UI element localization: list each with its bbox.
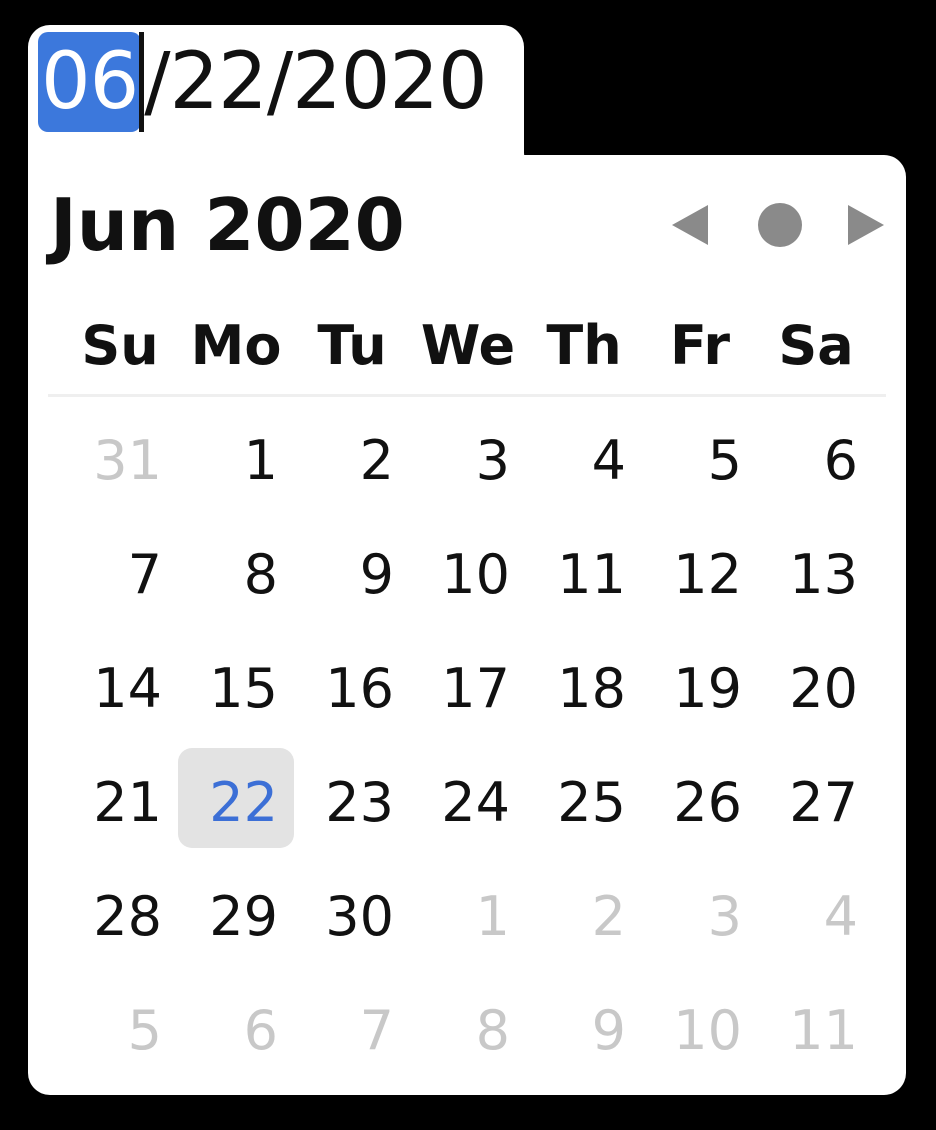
circle-icon[interactable] (758, 203, 802, 247)
day-cell-outside-month[interactable]: 10 (642, 974, 758, 1088)
day-cell[interactable]: 28 (62, 860, 178, 974)
triangle-right-icon[interactable] (846, 202, 886, 248)
weekday-label: We (420, 314, 516, 377)
day-cell[interactable]: 12 (642, 518, 758, 632)
day-cell[interactable]: 9 (294, 518, 410, 632)
day-cell[interactable]: 2 (294, 404, 410, 518)
day-cell[interactable]: 11 (526, 518, 642, 632)
day-cell[interactable]: 23 (294, 746, 410, 860)
day-cell-outside-month[interactable]: 31 (62, 404, 178, 518)
calendar-navigation (670, 202, 886, 248)
weekday-header-row: Su Mo Tu We Th Fr Sa (62, 306, 874, 386)
day-cell-outside-month[interactable]: 8 (410, 974, 526, 1088)
weekday-divider (48, 394, 886, 397)
day-cell[interactable]: 7 (62, 518, 178, 632)
day-cell-outside-month[interactable]: 2 (526, 860, 642, 974)
month-year-title: Jun 2020 (50, 183, 405, 267)
day-cell[interactable]: 27 (758, 746, 874, 860)
day-cell-outside-month[interactable]: 7 (294, 974, 410, 1088)
weekday-label: Fr (669, 314, 731, 377)
day-cell[interactable]: 8 (178, 518, 294, 632)
day-cell[interactable]: 13 (758, 518, 874, 632)
day-cell[interactable]: 15 (178, 632, 294, 746)
day-cell[interactable]: 16 (294, 632, 410, 746)
day-cell[interactable]: 4 (526, 404, 642, 518)
day-cell-selected[interactable]: 22 (178, 746, 294, 860)
day-cell-outside-month[interactable]: 11 (758, 974, 874, 1088)
date-month-segment[interactable]: 06 (38, 32, 142, 132)
day-cell[interactable]: 21 (62, 746, 178, 860)
weekday-label: Tu (317, 314, 387, 377)
day-cell-outside-month[interactable]: 6 (178, 974, 294, 1088)
weekday-label: Th (546, 314, 622, 377)
weekday-label: Sa (778, 314, 854, 377)
date-separator: / (144, 37, 170, 127)
day-cell[interactable]: 17 (410, 632, 526, 746)
day-cell[interactable]: 3 (410, 404, 526, 518)
day-cell[interactable]: 19 (642, 632, 758, 746)
day-cell[interactable]: 1 (178, 404, 294, 518)
calendar-header: Jun 2020 (50, 180, 886, 270)
day-cell-outside-month[interactable]: 1 (410, 860, 526, 974)
date-year-segment[interactable]: 2020 (292, 32, 488, 132)
day-cell[interactable]: 25 (526, 746, 642, 860)
day-cell-outside-month[interactable]: 3 (642, 860, 758, 974)
day-cell[interactable]: 30 (294, 860, 410, 974)
day-cell[interactable]: 14 (62, 632, 178, 746)
day-cell-outside-month[interactable]: 9 (526, 974, 642, 1088)
day-cell[interactable]: 20 (758, 632, 874, 746)
weekday-label: Mo (190, 314, 282, 377)
day-cell-outside-month[interactable]: 4 (758, 860, 874, 974)
date-separator: / (266, 37, 293, 127)
date-day-segment[interactable]: 22 (170, 32, 268, 132)
calendar-day-grid: 31 1 2 3 4 5 6 7 8 9 10 11 12 13 14 15 1… (62, 404, 874, 1088)
weekday-label: Su (81, 314, 159, 377)
day-cell[interactable]: 26 (642, 746, 758, 860)
day-cell[interactable]: 6 (758, 404, 874, 518)
date-input-field[interactable]: 06/22/2020 (38, 30, 488, 134)
day-cell[interactable]: 29 (178, 860, 294, 974)
triangle-left-icon[interactable] (670, 202, 710, 248)
day-cell-outside-month[interactable]: 5 (62, 974, 178, 1088)
day-cell[interactable]: 18 (526, 632, 642, 746)
day-cell[interactable]: 5 (642, 404, 758, 518)
day-cell[interactable]: 10 (410, 518, 526, 632)
day-cell[interactable]: 24 (410, 746, 526, 860)
